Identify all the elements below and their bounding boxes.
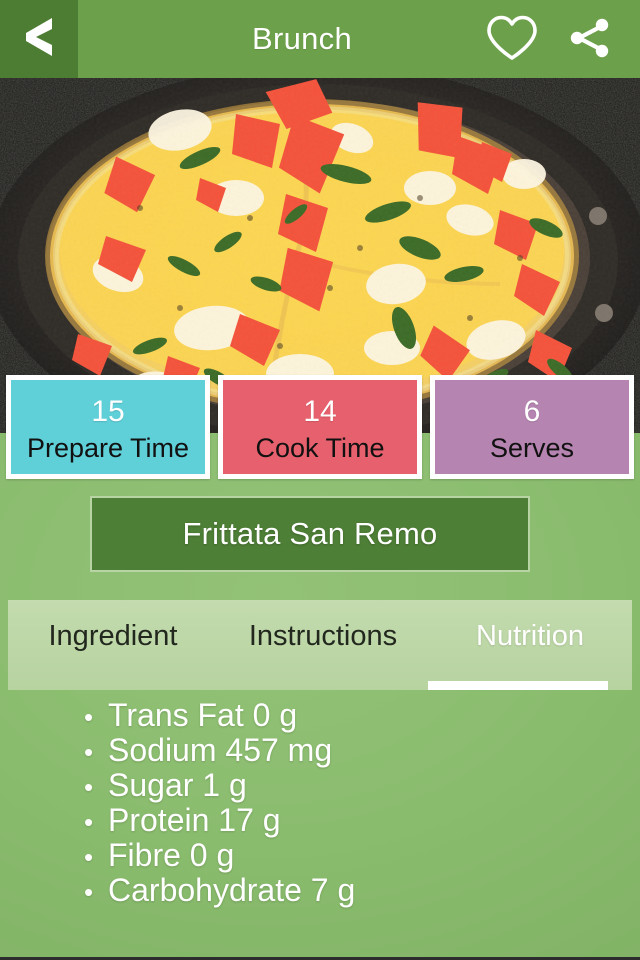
nutrition-value: Sugar 1 g — [108, 767, 247, 803]
bullet-icon: • — [84, 877, 94, 907]
tab-indicator — [428, 681, 608, 690]
chevron-left-icon — [22, 15, 56, 64]
bullet-icon: • — [84, 702, 94, 732]
list-item: • Fibre 0 g — [84, 838, 640, 873]
bullet-icon: • — [84, 807, 94, 837]
header-actions — [486, 13, 640, 65]
tab-ingredient-label: Ingredient — [48, 620, 178, 652]
page-title: Brunch — [251, 21, 353, 56]
stat-cook-time-label: Cook Time — [255, 432, 385, 463]
back-button[interactable] — [0, 0, 78, 78]
recipe-detail-screen: Brunch 15 Prepare Time 14 Cook Time 6 Se… — [0, 0, 640, 960]
list-item: • Sugar 1 g — [84, 768, 640, 803]
stat-serves-label: Serves — [489, 432, 575, 463]
recipe-title-box: Frittata San Remo — [90, 496, 530, 572]
recipe-title: Frittata San Remo — [182, 516, 438, 551]
nutrition-value: Carbohydrate 7 g — [108, 872, 356, 908]
list-item: • Carbohydrate 7 g — [84, 873, 640, 908]
nutrition-panel: • Trans Fat 0 g • Sodium 457 mg • Sugar … — [0, 698, 640, 948]
stat-cook-time[interactable]: 14 Cook Time — [218, 375, 422, 479]
list-item: • Trans Fat 0 g — [84, 698, 640, 733]
nutrition-value: Sodium 457 mg — [108, 732, 333, 768]
stat-serves[interactable]: 6 Serves — [430, 375, 634, 479]
list-item: • Protein 17 g — [84, 803, 640, 838]
bullet-icon: • — [84, 842, 94, 872]
bullet-icon: • — [84, 772, 94, 802]
share-icon — [566, 14, 614, 65]
nutrition-value: Fibre 0 g — [108, 837, 235, 873]
tab-instructions-label: Instructions — [248, 620, 398, 652]
stat-prepare-time[interactable]: 15 Prepare Time — [6, 375, 210, 479]
heart-outline-icon — [485, 14, 539, 65]
recipe-stats: 15 Prepare Time 14 Cook Time 6 Serves — [0, 375, 640, 479]
favorite-button[interactable] — [486, 13, 538, 65]
stat-cook-time-value: 14 — [303, 394, 337, 428]
stat-prepare-time-label: Prepare Time — [26, 432, 190, 463]
stat-prepare-time-value: 15 — [91, 394, 125, 428]
nutrition-value: Protein 17 g — [108, 802, 281, 838]
list-item: • Sodium 457 mg — [84, 733, 640, 768]
tab-nutrition-label: Nutrition — [476, 620, 584, 652]
nutrition-list: • Trans Fat 0 g • Sodium 457 mg • Sugar … — [84, 698, 640, 908]
share-button[interactable] — [564, 13, 616, 65]
tab-nutrition[interactable]: Nutrition — [428, 600, 632, 690]
recipe-tabs: Ingredient Instructions Nutrition — [8, 600, 632, 690]
tab-ingredient[interactable]: Ingredient — [8, 600, 218, 690]
bullet-icon: • — [84, 737, 94, 767]
app-header: Brunch — [0, 0, 640, 78]
nutrition-value: Trans Fat 0 g — [108, 697, 298, 733]
stat-serves-value: 6 — [523, 394, 541, 428]
tab-instructions[interactable]: Instructions — [218, 600, 428, 690]
